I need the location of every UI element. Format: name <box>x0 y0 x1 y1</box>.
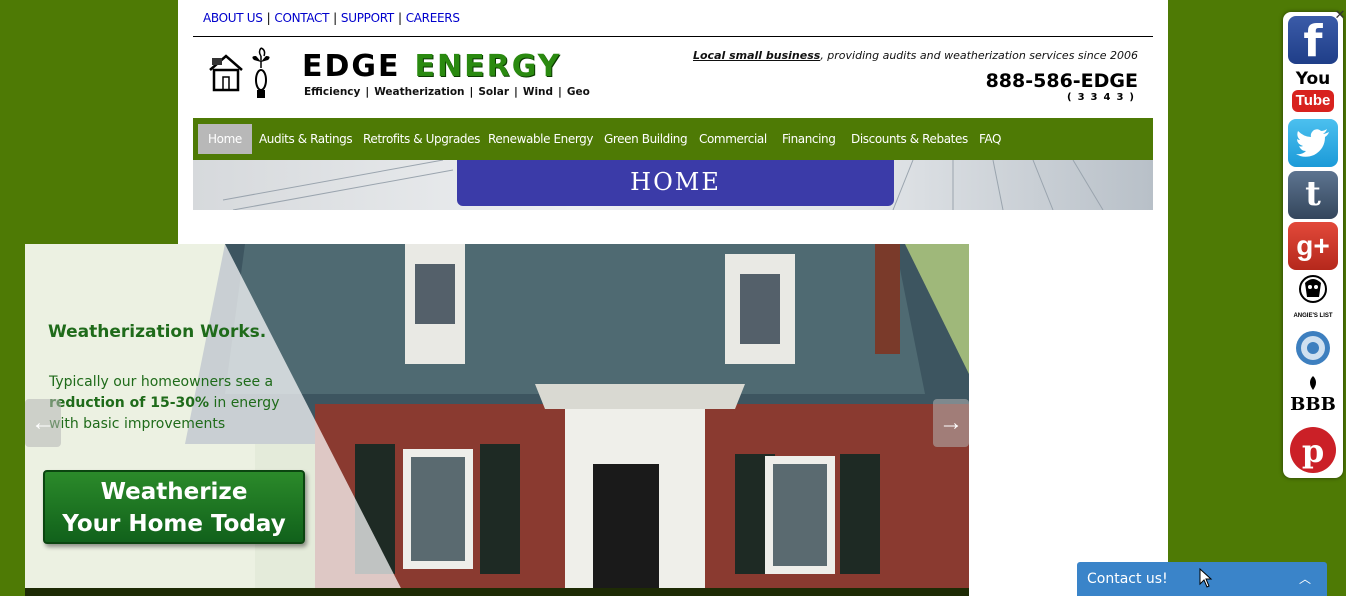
brand-name[interactable]: EDGE ENERGY <box>302 50 561 84</box>
cta-line2: Your Home Today <box>62 511 286 537</box>
slider-next-arrow-icon[interactable]: → <box>933 399 969 447</box>
about-us-link[interactable]: ABOUT US <box>203 11 263 25</box>
nav-green-building[interactable]: Green Building <box>594 124 697 154</box>
logo-house-bulb-icon[interactable] <box>206 44 292 102</box>
top-links: ABOUT US | CONTACT | SUPPORT | CAREERS <box>203 11 460 25</box>
brand-services: Efficiency | Weatherization | Solar | Wind | Geo <box>304 86 590 98</box>
brand-word-energy: ENERGY <box>414 49 562 84</box>
nav-discounts-rebates[interactable]: Discounts & Rebates <box>841 124 978 154</box>
angies-list-icon[interactable]: ANGIE'S LIST <box>1288 273 1338 321</box>
close-icon[interactable]: ✕ <box>1334 8 1346 21</box>
slide-body-pre: Typically our homeowners see a <box>49 374 274 390</box>
support-link[interactable]: SUPPORT <box>341 11 394 25</box>
phone-number: 888-586-EDGE <box>985 70 1138 92</box>
contact-us-label: Contact us! <box>1087 571 1168 587</box>
nav-financing[interactable]: Financing <box>772 124 845 154</box>
social-sidebar: f You Tube t g+ ANGIE'S LIST BBB p <box>1283 12 1343 478</box>
nav-audits-ratings[interactable]: Audits & Ratings <box>249 124 362 154</box>
nav-commercial[interactable]: Commercial <box>689 124 777 154</box>
cta-line1: Weatherize <box>100 479 248 505</box>
slide-heading: Weatherization Works. <box>48 322 267 342</box>
main-nav: Home Audits & Ratings Retrofits & Upgrad… <box>193 118 1153 160</box>
weatherize-cta-button[interactable]: Weatherize Your Home Today <box>43 470 305 544</box>
tumblr-icon[interactable]: t <box>1288 171 1338 219</box>
service-efficiency: Efficiency <box>304 86 361 98</box>
youtube-tube: Tube <box>1292 90 1334 112</box>
service-wind: Wind <box>522 86 554 98</box>
slide-body-bold: reduction of 15-30% <box>49 395 210 411</box>
bbb-label: BBB <box>1290 394 1336 415</box>
service-solar: Solar <box>478 86 510 98</box>
header-divider <box>193 36 1153 37</box>
separator: | <box>266 11 271 25</box>
twitter-icon[interactable] <box>1288 119 1338 167</box>
page-banner: HOME <box>193 160 1153 210</box>
banner-title: HOME <box>630 168 721 196</box>
tagline-bold: Local small business <box>692 49 821 62</box>
youtube-icon[interactable]: You Tube <box>1288 68 1338 116</box>
nav-faq[interactable]: FAQ <box>969 124 1011 154</box>
careers-link[interactable]: CAREERS <box>406 11 460 25</box>
google-plus-icon[interactable]: g+ <box>1288 222 1338 270</box>
svg-text:p: p <box>1302 432 1324 470</box>
bbb-icon[interactable]: BBB <box>1288 374 1338 422</box>
separator: | <box>333 11 337 25</box>
nav-home[interactable]: Home <box>198 124 252 154</box>
nav-renewable-energy[interactable]: Renewable Energy <box>478 124 603 154</box>
separator: | <box>397 11 402 25</box>
slider-bottom-bar <box>25 588 969 596</box>
angies-list-label: ANGIE'S LIST <box>1293 313 1333 319</box>
slide-body: Typically our homeowners see a reduction… <box>49 372 309 435</box>
hero-slider[interactable]: Weatherization Works. Typically our home… <box>25 244 969 596</box>
servicemagic-badge-icon[interactable] <box>1288 324 1338 372</box>
facebook-icon[interactable]: f <box>1288 16 1338 67</box>
contact-link[interactable]: CONTACT <box>274 11 329 25</box>
youtube-you: You <box>1295 69 1331 89</box>
chevron-up-icon[interactable]: ︿ <box>1299 562 1311 596</box>
brand-word-edge: EDGE <box>302 49 401 84</box>
pinterest-icon[interactable]: p <box>1288 426 1338 474</box>
tagline-rest: , providing audits and weatherization se… <box>820 49 1138 62</box>
service-weatherization: Weatherization <box>374 86 465 98</box>
mouse-cursor-icon <box>1199 568 1213 588</box>
service-geo: Geo <box>566 86 590 98</box>
tagline: Local small business, providing audits a… <box>693 49 1138 62</box>
phone-digits: (3343) <box>1067 92 1140 103</box>
slider-prev-arrow-icon[interactable]: ← <box>25 399 61 447</box>
nav-retrofits-upgrades[interactable]: Retrofits & Upgrades <box>353 124 490 154</box>
